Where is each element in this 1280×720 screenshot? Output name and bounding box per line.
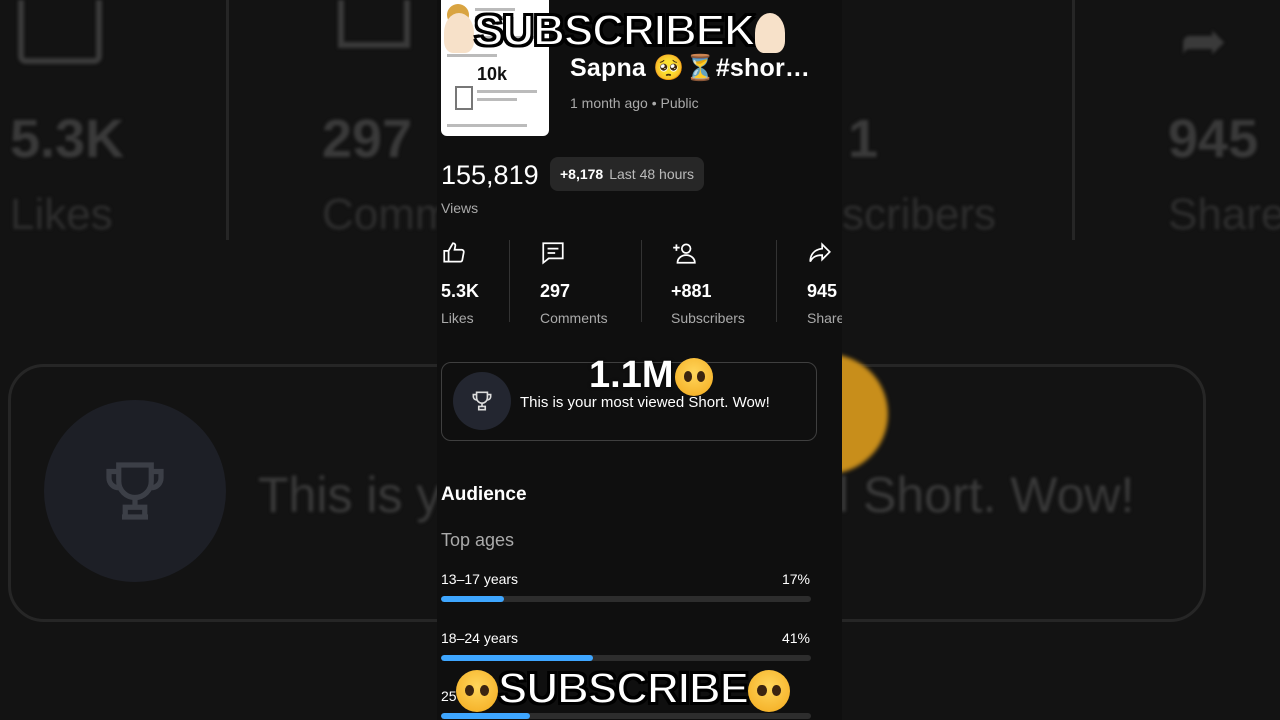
thumb-line (477, 90, 537, 93)
thumb-line (477, 98, 517, 101)
bg-stat-value: 1 (848, 109, 879, 169)
bg-stat-value: 945 (1168, 109, 1259, 169)
bg-stat-label: Comm (322, 190, 452, 239)
stat-value: 297 (540, 281, 571, 301)
share-icon (809, 242, 831, 263)
age-row-label: 25 (441, 688, 457, 704)
bg-stat-label: Share (1168, 190, 1280, 239)
age-row-label: 18–24 years (441, 630, 519, 646)
stat-divider (776, 240, 777, 322)
add-person-icon (673, 243, 696, 264)
bg-divider (226, 0, 229, 240)
stat-comments[interactable]: 297 Comments (540, 240, 608, 326)
subscribe-text: SUBSCRIBE (473, 5, 726, 56)
trophy-circle (453, 372, 511, 430)
bg-trophy-circle (44, 400, 226, 582)
thumb-box (455, 86, 473, 110)
stat-likes[interactable]: 5.3K Likes (441, 240, 479, 326)
bg-divider (1072, 0, 1075, 240)
trophy-icon (472, 391, 492, 411)
views-delta: +8,178 (560, 166, 604, 182)
analytics-screen: 10k Sapna 🥺⏳#shor… 1 month ago • Public … (437, 0, 842, 720)
top-ages-heading: Top ages (441, 530, 515, 550)
bg-message-left: This is y (258, 467, 442, 523)
bg-message-right: l Short. Wow! (838, 467, 1135, 523)
age-row-pct: 41% (781, 630, 810, 646)
stat-label: Comments (540, 310, 608, 326)
bg-comment-icon (338, 0, 410, 48)
age-bar (441, 655, 811, 661)
views-label: Views (441, 200, 479, 216)
stat-value: 5.3K (441, 281, 480, 301)
stat-divider (641, 240, 642, 322)
age-row-pct: 17% (781, 571, 810, 587)
stat-subscribers[interactable]: +881 Subscribers (671, 240, 745, 326)
praying-hands-icon (444, 13, 474, 54)
stat-label: Share (807, 310, 842, 326)
bg-stat-value: 297 (322, 109, 413, 169)
thumb-up-icon (443, 242, 465, 263)
age-bar-fill (441, 596, 504, 602)
bg-share-icon: ➦ (1180, 9, 1227, 72)
stat-divider (509, 240, 510, 322)
bg-like-icon (18, 0, 102, 64)
pleading-face-icon (748, 670, 791, 713)
views-count: 155,819 (441, 160, 539, 190)
age-row-label: 13–17 years (441, 571, 519, 587)
age-bar (441, 596, 811, 602)
milestone-overlay: 1.1M (589, 354, 714, 397)
comment-icon (542, 242, 564, 265)
video-meta: 1 month ago • Public (570, 95, 699, 111)
subscribe-text: SUBSCRIBE (497, 663, 750, 714)
bg-stat-label: Likes (10, 190, 113, 239)
pleading-face-icon (456, 670, 498, 713)
thumb-count: 10k (477, 64, 508, 84)
audience-heading: Audience (441, 484, 527, 505)
stat-label: Subscribers (671, 310, 745, 326)
milestone-text: 1.1M (589, 354, 674, 396)
bg-stat-value: 5.3K (10, 109, 125, 169)
thumb-line (447, 124, 527, 127)
stat-value: 945 (807, 281, 838, 301)
video-title: Sapna 🥺⏳#shor… (570, 54, 811, 82)
subscribe-k: K (723, 5, 757, 56)
bg-stat-label: scribers (842, 190, 997, 239)
stat-value: +881 (671, 281, 712, 301)
praying-hands-icon (754, 13, 785, 54)
views-delta-label: Last 48 hours (609, 166, 695, 182)
pleading-face-icon (675, 357, 714, 396)
subscribe-overlay-bottom: SUBSCRIBE (456, 663, 791, 714)
subscribe-overlay-top: SUBSCRIBEK (444, 5, 785, 56)
stat-label: Likes (441, 310, 474, 326)
stat-shares[interactable]: 945 Share (807, 240, 842, 326)
age-bar-fill (441, 655, 593, 661)
views-delta-chip[interactable]: +8,178 Last 48 hours (550, 157, 705, 191)
